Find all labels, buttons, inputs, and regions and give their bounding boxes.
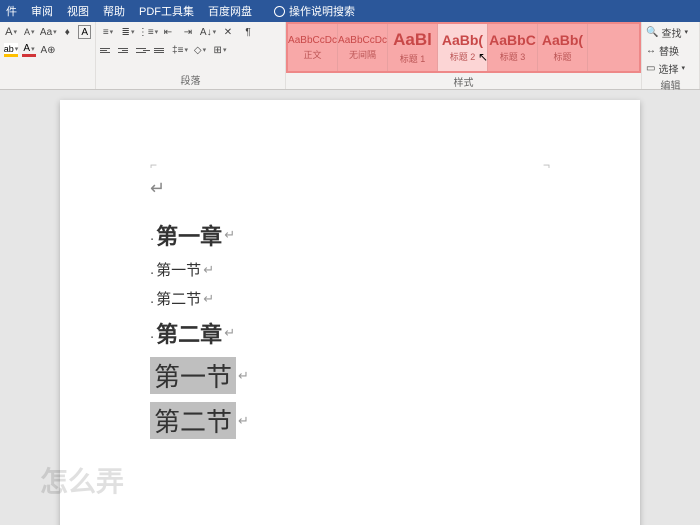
borders-button[interactable]: ⊞ [212, 42, 228, 58]
styles-gallery: AaBbCcDc正文AaBbCcDc无间隔AaBl标题 1AaBb(标题 2Aa… [286, 22, 641, 73]
shading-button[interactable]: ◇ [192, 42, 208, 58]
text: 第二节 [156, 288, 201, 309]
bullet-icon: . [150, 290, 154, 307]
font-group: A A Aa ♦ A ab A A⊕ [0, 22, 96, 89]
group-label: 编辑 [646, 76, 695, 92]
bullet-icon: . [150, 227, 154, 244]
find-button[interactable]: 🔍查找▾ [646, 24, 695, 40]
grow-font-button[interactable]: A [4, 24, 18, 40]
paragraph-group: ≡ ≣ ⋮≡ ⇤ ⇥ A↓ ✕ ¶ ‡≡ ◇ ⊞ 段落 [96, 22, 286, 89]
char-shading-button[interactable]: A⊕ [40, 42, 56, 58]
style-item-标题[interactable]: AaBb( 标题 [538, 24, 588, 71]
style-name: 标题 1 [400, 52, 426, 65]
style-preview: AaBl [393, 30, 432, 50]
shrink-font-button[interactable]: A [22, 24, 36, 40]
bulb-icon [274, 6, 285, 17]
style-item-正文[interactable]: AaBbCcDc 正文 [288, 24, 338, 71]
style-preview: AaBbCcDc [338, 35, 387, 46]
document-area[interactable]: ⌐ ¬ ↵ .第一章↵.第一节↵.第二节↵.第二章↵第一节↵第二节↵ 怎么弄 [0, 90, 700, 525]
text: 第一章 [156, 219, 222, 251]
asian-layout-button[interactable]: ✕ [220, 24, 236, 40]
style-name: 标题 3 [500, 50, 526, 63]
editing-group: 🔍查找▾ ↔替换 ▭选择▾ 编辑 [642, 22, 700, 89]
style-name: 无间隔 [349, 48, 376, 61]
menu-item[interactable]: PDF工具集 [139, 3, 194, 19]
style-preview: AaBbC [489, 32, 536, 48]
style-item-标题 2[interactable]: AaBb( 标题 2 [438, 24, 488, 71]
doc-line[interactable]: .第二章↵ [150, 317, 550, 349]
select-icon: ▭ [646, 63, 655, 74]
highlight-button[interactable]: ab [4, 43, 18, 57]
selected-text: 第二节 [150, 402, 236, 439]
select-button[interactable]: ▭选择▾ [646, 60, 695, 76]
return-mark-icon: ↵ [203, 291, 214, 307]
style-name: 标题 [553, 50, 571, 63]
doc-line[interactable]: .第二节↵ [150, 288, 550, 309]
show-marks-button[interactable]: ¶ [240, 24, 256, 40]
group-label: 段落 [100, 71, 281, 87]
page: ⌐ ¬ ↵ .第一章↵.第一节↵.第二节↵.第二章↵第一节↵第二节↵ 怎么弄 [60, 100, 640, 525]
group-label: 样式 [286, 73, 641, 89]
menu-item[interactable]: 视图 [67, 3, 89, 19]
change-case-button[interactable]: Aa [40, 24, 56, 40]
replace-icon: ↔ [646, 45, 656, 56]
return-mark-icon: ↵ [238, 368, 249, 384]
clear-format-button[interactable]: ♦ [60, 24, 74, 40]
ribbon: A A Aa ♦ A ab A A⊕ ≡ ≣ ⋮≡ ⇤ ⇥ A↓ ✕ [0, 22, 700, 90]
margin-mark-icon: ⌐ [150, 158, 157, 172]
return-mark-icon: ↵ [238, 413, 249, 429]
search-icon: 🔍 [646, 27, 658, 38]
sort-button[interactable]: A↓ [200, 24, 216, 40]
bullet-icon: . [150, 325, 154, 342]
margin-mark-icon: ¬ [543, 158, 550, 172]
return-mark-icon: ↵ [203, 262, 214, 278]
tell-me-search[interactable]: 操作说明搜索 [274, 3, 355, 19]
text: 第一节 [156, 259, 201, 280]
style-name: 标题 2 [450, 50, 476, 63]
align-justify-button[interactable] [154, 44, 168, 56]
paragraph-mark-icon: ↵ [150, 178, 550, 199]
align-left-button[interactable] [100, 44, 114, 56]
text: 第二章 [156, 317, 222, 349]
multilevel-button[interactable]: ⋮≡ [140, 24, 156, 40]
style-item-标题 3[interactable]: AaBbC 标题 3 [488, 24, 538, 71]
style-name: 正文 [303, 48, 321, 61]
font-color-button[interactable]: A [22, 43, 36, 57]
char-border-button[interactable]: A [78, 25, 91, 39]
doc-line[interactable]: .第一章↵ [150, 219, 550, 251]
line-spacing-button[interactable]: ‡≡ [172, 42, 188, 58]
style-preview: AaBb( [442, 32, 483, 48]
numbering-button[interactable]: ≣ [120, 24, 136, 40]
align-right-button[interactable] [136, 44, 150, 56]
doc-line[interactable]: 第一节↵ [150, 357, 550, 394]
menu-item[interactable]: 审阅 [31, 3, 53, 19]
watermark-text: 怎么弄 [40, 460, 124, 500]
indent-inc-button[interactable]: ⇥ [180, 24, 196, 40]
style-preview: AaBb( [542, 32, 583, 48]
menu-bar: 件 审阅 视图 帮助 PDF工具集 百度网盘 操作说明搜索 [0, 0, 700, 22]
indent-dec-button[interactable]: ⇤ [160, 24, 176, 40]
styles-group: AaBbCcDc正文AaBbCcDc无间隔AaBl标题 1AaBb(标题 2Aa… [286, 22, 642, 89]
return-mark-icon: ↵ [224, 227, 235, 243]
align-center-button[interactable] [118, 44, 132, 56]
style-preview: AaBbCcDc [288, 35, 337, 46]
style-item-标题 1[interactable]: AaBl 标题 1 [388, 24, 438, 71]
menu-item[interactable]: 百度网盘 [208, 3, 252, 19]
doc-line[interactable]: 第二节↵ [150, 402, 550, 439]
style-item-无间隔[interactable]: AaBbCcDc 无间隔 [338, 24, 388, 71]
return-mark-icon: ↵ [224, 325, 235, 341]
menu-item[interactable]: 件 [6, 3, 17, 19]
search-placeholder: 操作说明搜索 [289, 3, 355, 19]
menu-item[interactable]: 帮助 [103, 3, 125, 19]
bullets-button[interactable]: ≡ [100, 24, 116, 40]
bullet-icon: . [150, 261, 154, 278]
replace-button[interactable]: ↔替换 [646, 42, 695, 58]
group-label [4, 86, 91, 87]
doc-line[interactable]: .第一节↵ [150, 259, 550, 280]
selected-text: 第一节 [150, 357, 236, 394]
